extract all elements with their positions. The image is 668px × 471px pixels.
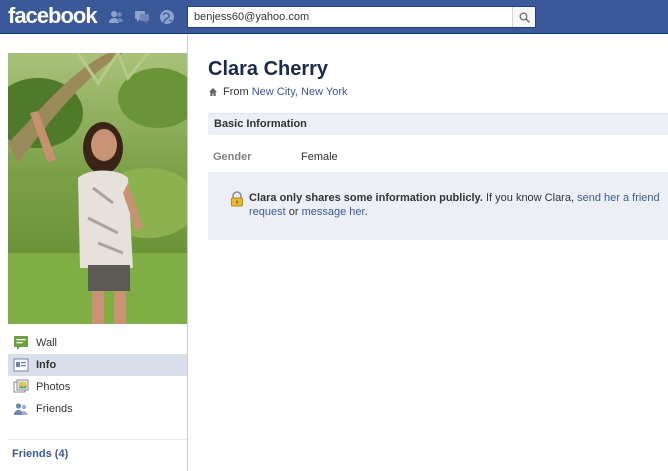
nav-label: Wall	[36, 337, 57, 349]
wall-icon	[13, 335, 29, 351]
messages-icon[interactable]	[134, 9, 150, 25]
friends-count-link[interactable]: Friends (4)	[12, 448, 68, 460]
photos-icon	[13, 379, 29, 395]
profile-nav: Wall Info Photos Friends	[8, 332, 187, 420]
search-button[interactable]	[512, 7, 535, 27]
friend-requests-icon[interactable]	[108, 9, 124, 25]
nav-label: Friends	[36, 403, 73, 415]
notice-text-before: If you know Clara,	[485, 192, 575, 204]
nav-label: Photos	[36, 381, 71, 393]
nav-item-friends[interactable]: Friends	[8, 398, 187, 420]
notifications-icon[interactable]	[159, 9, 175, 25]
privacy-notice-text: Clara only shares some information publi…	[249, 191, 665, 219]
search-box	[187, 6, 536, 28]
field-value-gender: Female	[301, 151, 338, 163]
profile-main: Clara Cherry From New City, New York Bas…	[189, 35, 668, 471]
home-icon	[209, 88, 217, 96]
search-icon	[519, 12, 530, 23]
facebook-logo[interactable]: facebook	[8, 4, 98, 28]
lock-icon	[229, 191, 245, 207]
nav-label: Info	[36, 359, 57, 371]
field-label-gender: Gender	[213, 151, 252, 163]
hometown-line: From New City, New York	[208, 86, 348, 98]
message-her-link[interactable]: message her	[302, 206, 365, 218]
notice-end: .	[364, 206, 368, 218]
privacy-notice: Clara only shares some information publi…	[208, 172, 668, 240]
nav-item-wall[interactable]: Wall	[8, 332, 187, 354]
notice-text-or: or	[288, 206, 299, 218]
profile-name: Clara Cherry	[208, 58, 329, 80]
friends-icon	[13, 401, 29, 417]
search-input[interactable]	[188, 7, 513, 27]
notice-bold: Clara only shares some information publi…	[249, 192, 483, 204]
sidebar-divider	[8, 439, 187, 440]
profile-picture[interactable]	[8, 53, 187, 324]
nav-item-info[interactable]: Info	[8, 354, 187, 376]
hometown-link[interactable]: New City, New York	[252, 86, 348, 98]
info-icon	[13, 357, 29, 373]
nav-item-photos[interactable]: Photos	[8, 376, 187, 398]
section-header-basic-information: Basic Information	[208, 113, 668, 135]
top-bar: facebook	[0, 0, 668, 34]
from-prefix: From	[223, 86, 249, 98]
left-sidebar: Wall Info Photos Friends Friends (4)	[0, 35, 188, 471]
